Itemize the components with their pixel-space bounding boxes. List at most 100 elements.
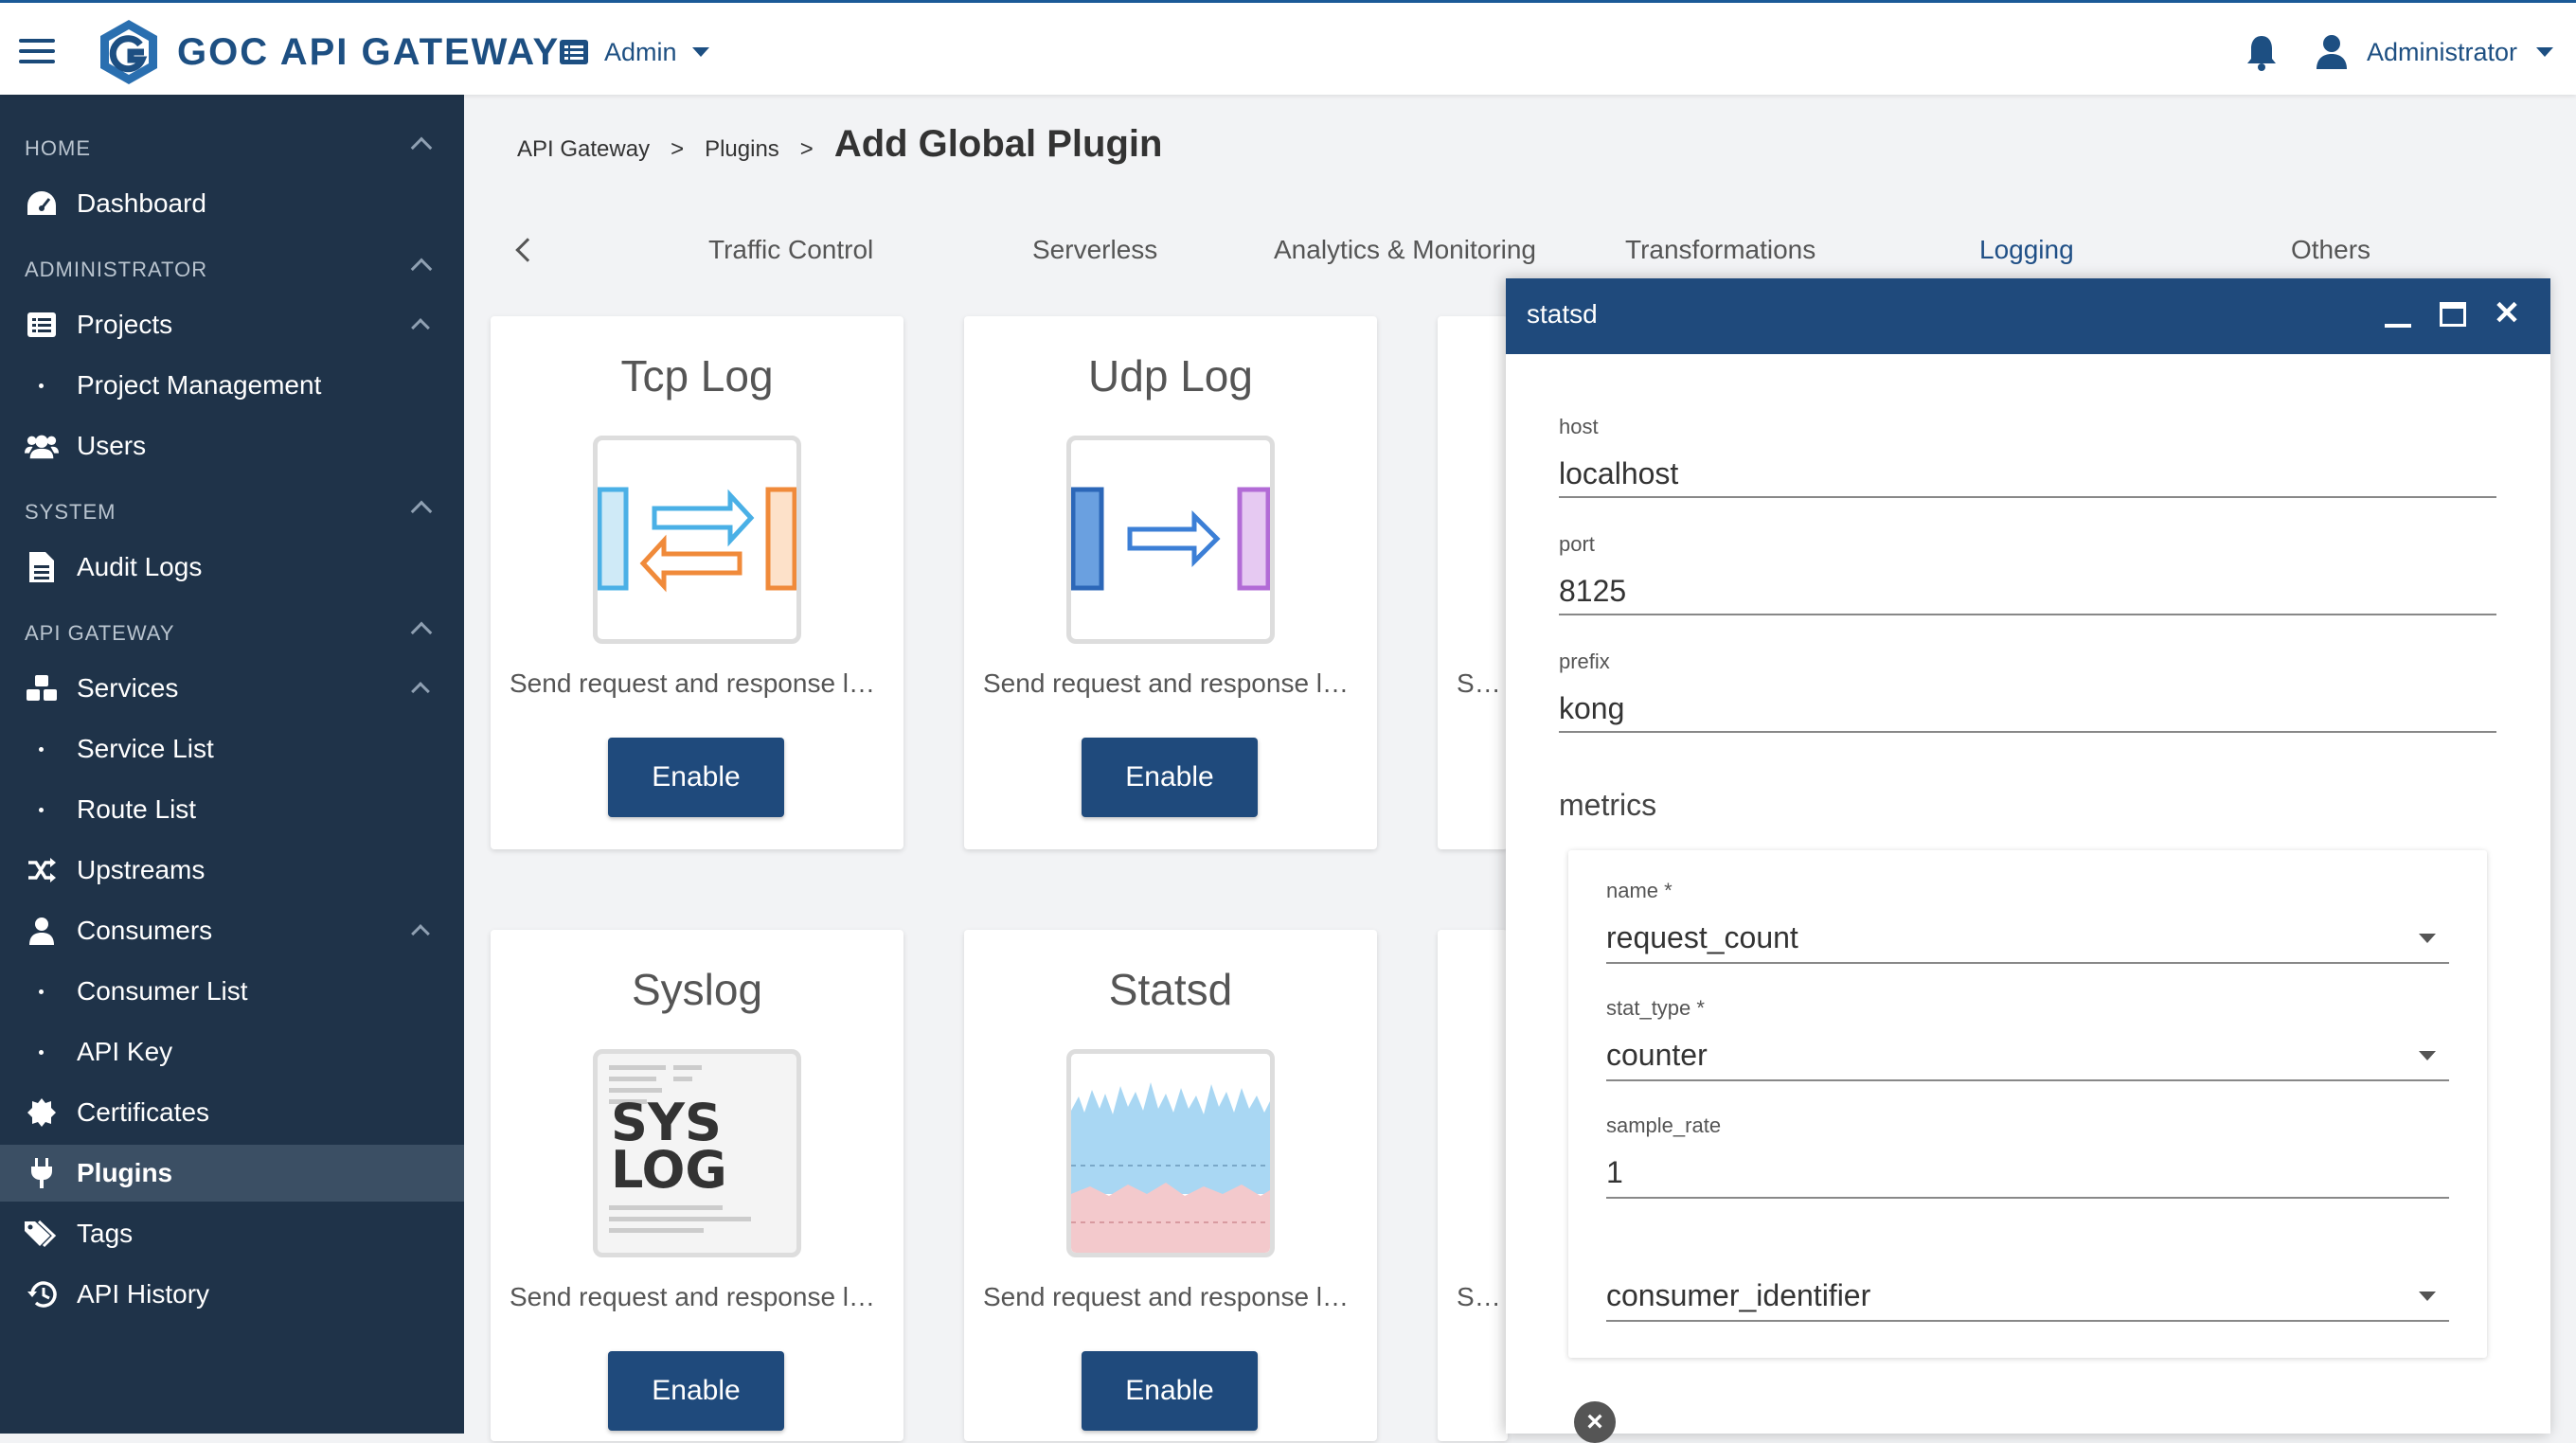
sample-rate-label: sample_rate <box>1606 1113 1722 1137</box>
consumer-identifier-select[interactable]: consumer_identifier <box>1606 1261 2449 1322</box>
breadcrumb-plugins[interactable]: Plugins <box>705 136 779 163</box>
plugin-description: Send request and response logs <box>1457 1282 1513 1311</box>
section-api-gateway: API GATEWAY <box>25 621 175 645</box>
statsd-icon <box>1066 1049 1275 1257</box>
tcp-log-icon <box>593 436 801 644</box>
plugin-description: Send request and response logs <box>510 668 888 698</box>
sidebar-item-dashboard[interactable]: Dashboard <box>0 175 464 232</box>
tab-traffic-control[interactable]: Traffic Control <box>708 235 873 265</box>
plugin-title: Syslog <box>631 965 763 1014</box>
plugin-description: Send request and response logs <box>983 668 1362 698</box>
remove-metric-icon[interactable]: × <box>1574 1401 1616 1443</box>
sidebar-item-project-management[interactable]: Project Management <box>0 357 464 414</box>
sidebar-item-label: API Key <box>77 1037 173 1066</box>
chevron-up-icon <box>411 318 430 337</box>
dropdown-arrow-icon <box>2419 1292 2436 1301</box>
tags-icon <box>25 1217 59 1251</box>
enable-button[interactable]: Enable <box>608 738 784 817</box>
plugin-card-partial: Send request and response logs <box>1438 316 1513 849</box>
workspace-menu[interactable]: Admin <box>559 33 709 71</box>
sidebar-item-route-list[interactable]: Route List <box>0 781 464 838</box>
port-input[interactable]: 8125 <box>1559 570 2496 615</box>
sidebar-item-label: Audit Logs <box>77 552 203 581</box>
tab-transformations[interactable]: Transformations <box>1625 235 1816 265</box>
bullet-icon <box>39 807 44 812</box>
chevron-down-icon <box>691 47 709 57</box>
sidebar-item-consumer-list[interactable]: Consumer List <box>0 963 464 1020</box>
sidebar-item-service-list[interactable]: Service List <box>0 721 464 777</box>
chevron-up-icon[interactable] <box>410 258 433 280</box>
tab-serverless[interactable]: Serverless <box>1032 235 1157 265</box>
sample-rate-input[interactable]: 1 <box>1606 1151 2449 1199</box>
sidebar-item-api-key[interactable]: API Key <box>0 1024 464 1080</box>
sidebar-item-label: Dashboard <box>77 188 206 218</box>
close-icon[interactable]: ✕ <box>2493 297 2521 330</box>
consumer-identifier-text: consumer_identifier <box>1606 1278 1871 1312</box>
sample-rate-field[interactable]: sample_rate 1 <box>1606 1113 2449 1199</box>
maximize-icon[interactable] <box>2440 302 2466 327</box>
stat-type-value[interactable]: counter <box>1606 1034 2449 1081</box>
tab-analytics-monitoring[interactable]: Analytics & Monitoring <box>1274 235 1536 265</box>
port-field[interactable]: port 8125 <box>1559 532 2496 615</box>
chevron-up-icon[interactable] <box>410 136 433 159</box>
sidebar-item-tags[interactable]: Tags <box>0 1205 464 1262</box>
sidebar-item-plugins[interactable]: Plugins <box>0 1145 464 1202</box>
tab-scroll-left-icon[interactable] <box>515 238 540 262</box>
sidebar-item-label: Services <box>77 673 179 703</box>
enable-button[interactable]: Enable <box>608 1351 784 1431</box>
plugin-description: Send request and response logs <box>1457 668 1513 698</box>
menu-icon[interactable] <box>19 39 55 63</box>
metric-item-card: name * request_count stat_type * counter… <box>1568 850 2487 1358</box>
host-input[interactable]: localhost <box>1559 453 2496 498</box>
sidebar-item-label: Users <box>77 431 147 460</box>
sidebar-item-upstreams[interactable]: Upstreams <box>0 842 464 899</box>
consumer-identifier-value[interactable]: consumer_identifier <box>1606 1274 2449 1322</box>
plug-icon <box>25 1156 59 1190</box>
sidebar-item-audit-logs[interactable]: Audit Logs <box>0 539 464 596</box>
sidebar-item-projects[interactable]: Projects <box>0 296 464 353</box>
user-icon <box>25 914 59 948</box>
sidebar-item-label: Certificates <box>77 1097 210 1127</box>
goc-logo <box>100 20 157 84</box>
tab-logging[interactable]: Logging <box>1979 235 2074 265</box>
metrics-label: metrics <box>1559 788 1657 822</box>
dialog-header: statsd ✕ <box>1506 278 2550 354</box>
chevron-up-icon[interactable] <box>410 621 433 644</box>
syslog-logo-text: LOG <box>611 1140 727 1200</box>
breadcrumb: API Gateway > Plugins > Add Global Plugi… <box>517 123 1162 166</box>
tab-others[interactable]: Others <box>2291 235 2370 265</box>
sidebar-item-label: Projects <box>77 310 173 339</box>
chevron-up-icon <box>411 924 430 943</box>
user-menu[interactable]: Administrator <box>2316 31 2554 73</box>
metric-name-value[interactable]: request_count <box>1606 917 2449 964</box>
sidebar-item-services[interactable]: Services <box>0 660 464 717</box>
breadcrumb-api-gateway[interactable]: API Gateway <box>517 136 650 163</box>
stat-type-select[interactable]: stat_type * counter <box>1606 996 2449 1081</box>
prefix-field[interactable]: prefix kong <box>1559 650 2496 733</box>
sidebar-item-label: Route List <box>77 794 197 824</box>
bell-icon[interactable] <box>2245 33 2279 71</box>
sidebar-item-users[interactable]: Users <box>0 418 464 474</box>
metric-name-label: name * <box>1606 879 1673 902</box>
bullet-icon <box>39 1049 44 1055</box>
enable-button[interactable]: Enable <box>1082 1351 1258 1431</box>
sidebar-item-consumers[interactable]: Consumers <box>0 902 464 959</box>
chevron-up-icon[interactable] <box>410 500 433 523</box>
sidebar-item-certificates[interactable]: Certificates <box>0 1084 464 1141</box>
metric-name-text: request_count <box>1606 920 1798 954</box>
sidebar-item-api-history[interactable]: API History <box>0 1266 464 1323</box>
breadcrumb-separator: > <box>799 136 814 162</box>
enable-button[interactable]: Enable <box>1082 738 1258 817</box>
host-field[interactable]: host localhost <box>1559 415 2496 498</box>
minimize-icon[interactable] <box>2385 324 2411 328</box>
list-icon <box>25 308 59 342</box>
sidebar-item-label: Consumers <box>77 916 213 945</box>
bullet-icon <box>39 383 44 388</box>
breadcrumb-separator: > <box>671 136 685 162</box>
plugin-title: Tcp Log <box>620 351 774 401</box>
top-bar: GOC API GATEWAY Admin Administrator <box>0 0 2576 95</box>
metric-name-select[interactable]: name * request_count <box>1606 879 2449 964</box>
plugin-card-statsd: Statsd Send request and response logs En… <box>964 930 1377 1441</box>
section-administrator: ADMINISTRATOR <box>25 258 208 281</box>
prefix-input[interactable]: kong <box>1559 687 2496 733</box>
